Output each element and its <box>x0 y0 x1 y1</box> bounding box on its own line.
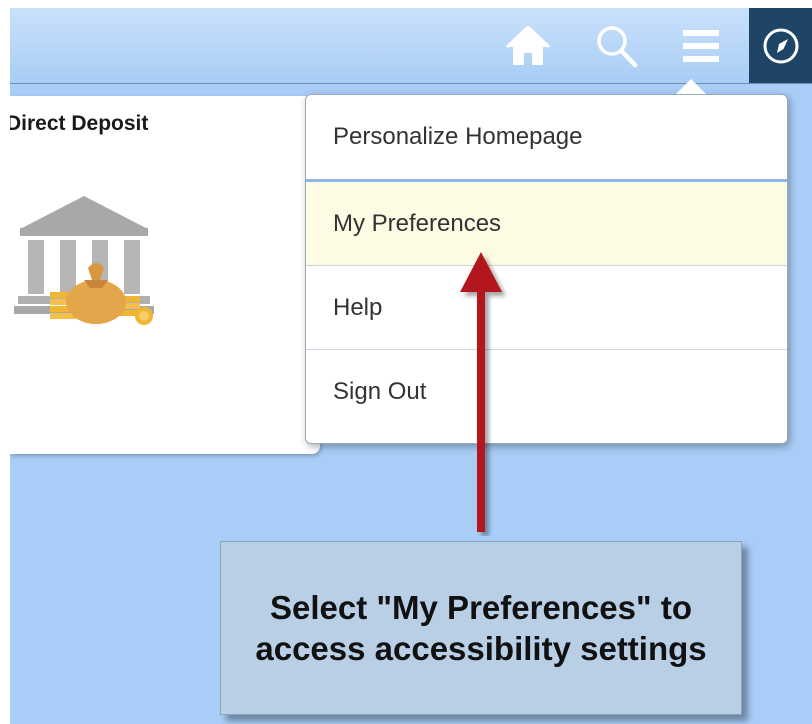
actions-menu-button[interactable] <box>677 22 725 70</box>
navbar-button[interactable] <box>749 8 812 83</box>
menu-item-label: My Preferences <box>333 209 502 237</box>
header-banner <box>10 8 812 84</box>
menu-caret <box>676 79 706 94</box>
home-icon <box>505 25 551 65</box>
hamburger-menu-icon <box>683 30 719 62</box>
annotation-arrow <box>460 252 502 532</box>
home-button[interactable] <box>504 22 552 70</box>
menu-item-personalize-homepage[interactable]: Personalize Homepage <box>306 95 787 182</box>
page-background: Direct Deposit Personalize Homepage My P… <box>10 8 812 724</box>
menu-item-label: Personalize Homepage <box>333 123 583 150</box>
menu-item-my-preferences[interactable]: My Preferences <box>306 182 787 266</box>
menu-item-help[interactable]: Help <box>306 266 787 350</box>
direct-deposit-tile[interactable]: Direct Deposit <box>10 96 320 454</box>
bank-money-bag-icon <box>14 196 154 325</box>
search-button[interactable] <box>592 22 640 70</box>
menu-item-sign-out[interactable]: Sign Out <box>306 350 787 434</box>
tile-title: Direct Deposit <box>10 112 149 135</box>
callout-text: Select "My Preferences" to access access… <box>255 589 707 667</box>
search-icon <box>597 26 638 68</box>
actions-dropdown-menu: Personalize Homepage My Preferences Help… <box>305 94 788 444</box>
menu-item-label: Sign Out <box>333 378 427 405</box>
compass-icon <box>763 28 798 63</box>
annotation-callout: Select "My Preferences" to access access… <box>220 541 742 715</box>
menu-item-label: Help <box>333 293 383 321</box>
